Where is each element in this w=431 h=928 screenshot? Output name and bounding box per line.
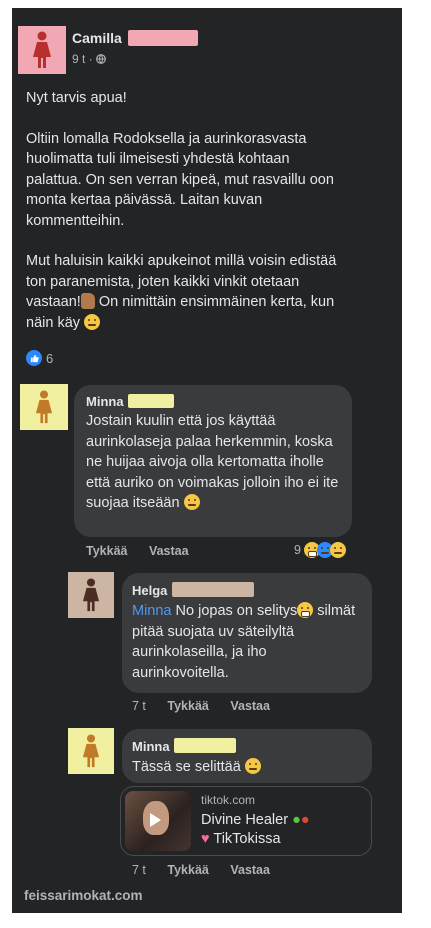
comment-author-name[interactable]: Minna	[86, 394, 124, 409]
mention-link[interactable]: Minna	[132, 603, 172, 619]
comment-bubble: Minna Tässä se selittää	[122, 729, 372, 783]
link-title-text: TikTokissa	[213, 831, 281, 847]
person-female-icon	[35, 390, 53, 424]
post-paragraph-wrap: Mut haluisin kaikki apukeinot millä vois…	[26, 251, 346, 333]
comment-actions: Tykkää Vastaa	[86, 544, 207, 558]
comment-bubble: Helga Minna No jopas on selitys silmät p…	[122, 573, 372, 693]
comment-text-wrap: Tässä se selittää	[132, 757, 364, 778]
thumbs-up-emoji-icon	[80, 293, 95, 309]
comment-text: Tässä se selittää	[132, 759, 241, 775]
hearts-emoji-icon: ♥	[201, 831, 210, 847]
reaction-count: 9	[294, 543, 301, 557]
comment-text: Jostain kuulin että jos käyttää aurinkol…	[86, 413, 339, 511]
author-name[interactable]: Camilla	[72, 30, 122, 46]
comment-author-name[interactable]: Helga	[132, 583, 167, 598]
comment-author[interactable]: Helga	[132, 582, 254, 600]
screenshot-frame: Camilla 9 t · Nyt tarvis apua! Oltiin lo…	[12, 8, 402, 913]
post-author[interactable]: Camilla	[72, 30, 199, 48]
name-redaction	[174, 738, 237, 753]
person-female-icon	[82, 578, 100, 612]
comment-text: No jopas on selitys	[171, 603, 298, 619]
comment-text-wrap: Minna No jopas on selitys silmät pitää s…	[132, 601, 364, 683]
like-reaction-icon	[26, 350, 42, 366]
watermark: feissarimokat.com	[24, 888, 143, 903]
comment-time[interactable]: 7 t	[132, 699, 146, 713]
post-body: Nyt tarvis apua! Oltiin lomalla Rodoksel…	[26, 88, 346, 333]
play-icon	[150, 813, 161, 827]
thinking-emoji-icon	[244, 758, 261, 774]
person-female-icon	[82, 734, 100, 768]
avatar[interactable]	[20, 384, 68, 430]
video-thumbnail	[125, 791, 191, 851]
post-reactions[interactable]: 6	[26, 350, 53, 366]
link-preview-card[interactable]: tiktok.com Divine Healer ●● ♥ TikTokissa	[120, 786, 372, 856]
comment-actions: 7 t Tykkää Vastaa	[132, 863, 288, 877]
reply-button[interactable]: Vastaa	[149, 544, 189, 558]
wow-reaction-icon	[329, 542, 346, 558]
comment-actions: 7 t Tykkää Vastaa	[132, 699, 288, 713]
rolling-eyes-emoji-icon	[84, 313, 101, 330]
like-button[interactable]: Tykkää	[86, 544, 127, 558]
reaction-count: 6	[46, 350, 54, 366]
avatar[interactable]	[68, 728, 114, 774]
post-time[interactable]: 9 t	[72, 52, 85, 66]
reply-button[interactable]: Vastaa	[230, 699, 270, 713]
mushroom-emoji-icon: ●	[300, 812, 310, 828]
link-title-text: Divine Healer	[201, 812, 289, 828]
like-button[interactable]: Tykkää	[167, 863, 208, 877]
rofl-emoji-icon	[297, 602, 314, 618]
name-redaction	[128, 394, 175, 408]
link-title: Divine Healer ●● ♥ TikTokissa	[201, 811, 367, 849]
name-redaction	[171, 582, 254, 597]
person-female-icon	[33, 31, 51, 68]
comment-time[interactable]: 7 t	[132, 863, 146, 877]
comment-bubble: Minna Jostain kuulin että jos käyttää au…	[74, 385, 352, 537]
link-domain: tiktok.com	[201, 793, 256, 807]
reply-button[interactable]: Vastaa	[230, 863, 270, 877]
avatar[interactable]	[68, 572, 114, 618]
comment-author-name[interactable]: Minna	[132, 739, 170, 754]
name-redaction	[128, 30, 199, 46]
like-button[interactable]: Tykkää	[167, 699, 208, 713]
post-paragraph: Nyt tarvis apua!	[26, 90, 127, 106]
globe-icon	[96, 54, 106, 64]
comment-text-wrap: Jostain kuulin että jos käyttää aurinkol…	[86, 411, 346, 514]
comment-reactions[interactable]: 9	[294, 542, 346, 558]
seedling-emoji-icon: ●	[292, 812, 301, 828]
avatar[interactable]	[18, 26, 66, 74]
post-paragraph: Oltiin lomalla Rodoksella ja aurinkorasv…	[26, 130, 334, 229]
comment-author[interactable]: Minna	[86, 393, 175, 411]
thinking-emoji-icon	[183, 494, 200, 510]
comment-author[interactable]: Minna	[132, 738, 237, 756]
post-meta: 9 t ·	[72, 52, 106, 66]
